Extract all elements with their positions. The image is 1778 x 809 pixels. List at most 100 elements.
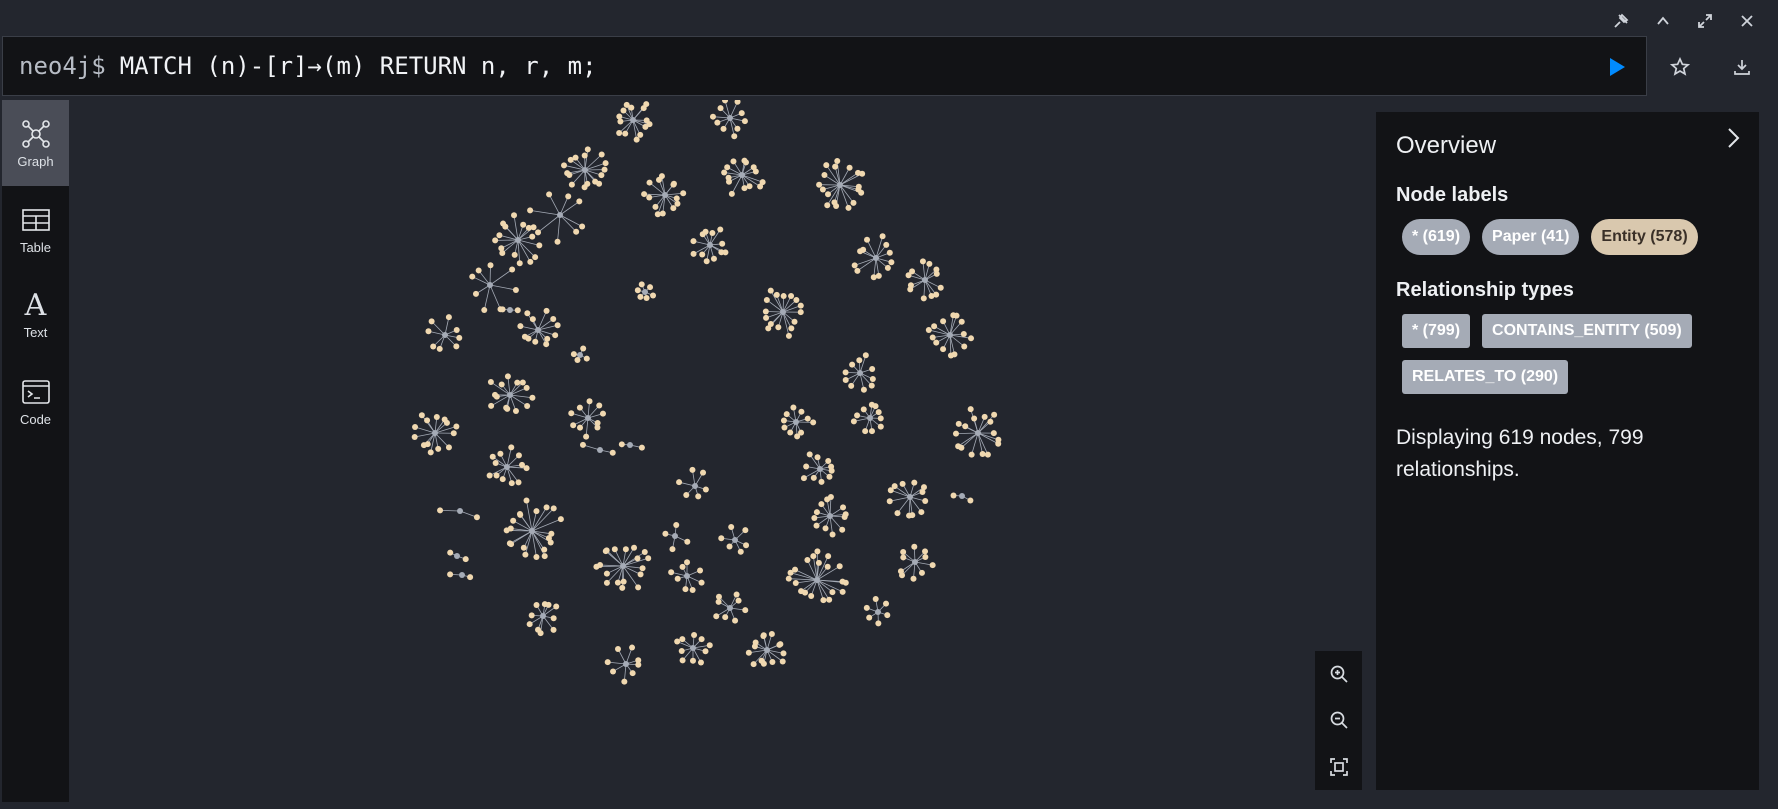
entity-node[interactable]	[662, 530, 669, 537]
paper-node[interactable]	[727, 115, 733, 121]
paper-node[interactable]	[814, 577, 820, 583]
entity-node[interactable]	[647, 284, 654, 291]
entity-node[interactable]	[750, 661, 757, 668]
entity-node[interactable]	[436, 345, 443, 352]
entity-node[interactable]	[639, 565, 646, 572]
entity-node[interactable]	[532, 254, 539, 261]
entity-node[interactable]	[897, 568, 904, 575]
node-cluster[interactable]	[925, 312, 975, 359]
paper-node[interactable]	[867, 415, 873, 421]
node-cluster[interactable]	[487, 373, 536, 415]
entity-node[interactable]	[467, 574, 474, 581]
entity-node[interactable]	[713, 613, 720, 620]
sidebar-item-text[interactable]: A Text	[2, 272, 69, 358]
query-input[interactable]: MATCH (n)-[r]→(m) RETURN n, r, m;	[120, 52, 597, 80]
node-cluster[interactable]	[437, 507, 480, 521]
entity-node[interactable]	[884, 612, 891, 619]
entity-node[interactable]	[524, 402, 531, 409]
entity-node[interactable]	[918, 569, 925, 576]
entity-node[interactable]	[683, 492, 690, 499]
entity-node[interactable]	[931, 323, 938, 330]
entity-node[interactable]	[629, 644, 636, 651]
entity-node[interactable]	[808, 593, 815, 600]
entity-node[interactable]	[633, 136, 640, 143]
paper-node[interactable]	[827, 513, 833, 519]
entity-node[interactable]	[654, 211, 661, 218]
entity-node[interactable]	[840, 504, 847, 511]
entity-node[interactable]	[643, 117, 650, 124]
entity-node[interactable]	[722, 97, 729, 104]
entity-node[interactable]	[718, 535, 725, 542]
entity-node[interactable]	[510, 517, 517, 524]
entity-node[interactable]	[909, 268, 916, 275]
relationship-edge[interactable]	[741, 174, 763, 183]
relationship-edge[interactable]	[537, 214, 561, 233]
entity-node[interactable]	[940, 318, 947, 325]
entity-node[interactable]	[829, 589, 836, 596]
entity-node[interactable]	[981, 413, 988, 420]
entity-node[interactable]	[447, 549, 454, 556]
entity-node[interactable]	[548, 530, 555, 537]
entity-node[interactable]	[815, 559, 822, 566]
entity-node[interactable]	[793, 297, 800, 304]
entity-node[interactable]	[668, 569, 675, 576]
entity-node[interactable]	[514, 307, 521, 314]
entity-node[interactable]	[526, 621, 533, 628]
entity-node[interactable]	[447, 571, 454, 578]
entity-node[interactable]	[900, 554, 907, 561]
entity-node[interactable]	[804, 556, 811, 563]
relationship-edge[interactable]	[557, 214, 561, 242]
fit-to-screen-icon[interactable]	[1329, 757, 1349, 777]
entity-node[interactable]	[530, 224, 537, 231]
entity-node[interactable]	[493, 472, 500, 479]
entity-node[interactable]	[968, 451, 975, 458]
entity-node[interactable]	[699, 251, 706, 258]
entity-node[interactable]	[787, 429, 794, 436]
entity-node[interactable]	[875, 620, 882, 627]
relationship-edge[interactable]	[854, 257, 877, 266]
entity-node[interactable]	[691, 632, 698, 639]
entity-node[interactable]	[424, 417, 431, 424]
entity-node[interactable]	[860, 386, 867, 393]
node-cluster[interactable]	[527, 191, 586, 245]
paper-node[interactable]	[684, 573, 690, 579]
entity-node[interactable]	[886, 498, 893, 505]
entity-node[interactable]	[689, 657, 696, 664]
entity-node[interactable]	[690, 238, 697, 245]
entity-node[interactable]	[445, 444, 452, 451]
entity-node[interactable]	[842, 511, 849, 518]
entity-node[interactable]	[508, 444, 515, 451]
entity-node[interactable]	[598, 172, 605, 179]
entity-node[interactable]	[846, 164, 853, 171]
paper-node[interactable]	[540, 613, 546, 619]
entity-node[interactable]	[616, 130, 623, 137]
node-cluster[interactable]	[570, 345, 590, 364]
entity-node[interactable]	[568, 410, 575, 417]
entity-node[interactable]	[614, 645, 621, 652]
entity-node[interactable]	[851, 262, 858, 269]
entity-node[interactable]	[570, 422, 577, 429]
entity-node[interactable]	[987, 418, 994, 425]
entity-node[interactable]	[554, 322, 561, 329]
entity-node[interactable]	[899, 480, 906, 487]
node-cluster[interactable]	[668, 559, 705, 594]
entity-node[interactable]	[631, 544, 638, 551]
paper-node[interactable]	[912, 559, 918, 565]
entity-node[interactable]	[435, 445, 442, 452]
entity-node[interactable]	[849, 361, 856, 368]
node-cluster[interactable]	[634, 281, 657, 302]
entity-node[interactable]	[411, 434, 418, 441]
entity-node[interactable]	[883, 600, 890, 607]
entity-node[interactable]	[580, 345, 587, 352]
node-cluster[interactable]	[618, 441, 645, 451]
entity-node[interactable]	[757, 183, 764, 190]
entity-node[interactable]	[529, 394, 536, 401]
entity-node[interactable]	[599, 410, 606, 417]
entity-node[interactable]	[879, 233, 886, 240]
node-label-chip-entity[interactable]: Entity (578)	[1591, 219, 1698, 255]
entity-node[interactable]	[557, 516, 564, 523]
entity-node[interactable]	[714, 119, 721, 126]
paper-node[interactable]	[487, 282, 493, 288]
entity-node[interactable]	[728, 523, 735, 530]
entity-node[interactable]	[592, 178, 599, 185]
